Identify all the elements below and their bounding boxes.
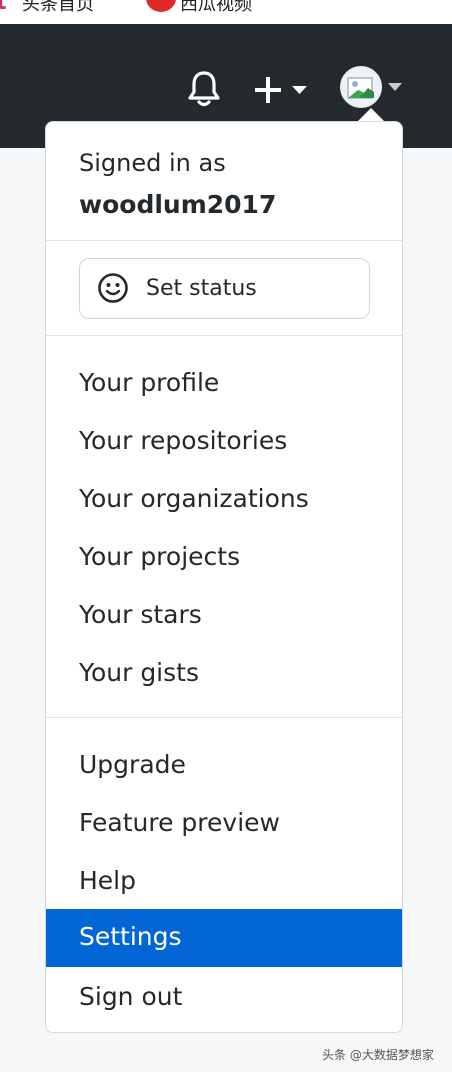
menu-item-label: Your organizations bbox=[79, 484, 309, 513]
set-status-button[interactable]: Set status bbox=[79, 258, 370, 319]
divider bbox=[46, 717, 402, 718]
username: woodlum2017 bbox=[79, 190, 277, 219]
smiley-icon bbox=[98, 273, 128, 303]
browser-tab-strip: t 头条首页 西瓜视频 bbox=[0, 0, 452, 24]
menu-item-your-projects[interactable]: Your projects bbox=[46, 529, 402, 587]
set-status-label: Set status bbox=[146, 276, 257, 301]
menu-item-label: Help bbox=[79, 866, 136, 895]
bell-icon[interactable] bbox=[187, 70, 221, 108]
chevron-down-icon[interactable] bbox=[388, 83, 402, 91]
menu-item-upgrade[interactable]: Upgrade bbox=[46, 737, 402, 795]
browser-logo: t bbox=[0, 0, 7, 15]
avatar[interactable] bbox=[340, 66, 382, 108]
browser-tab-homepage[interactable]: 头条首页 bbox=[22, 0, 94, 16]
video-app-icon bbox=[146, 0, 176, 12]
user-dropdown-menu: Signed in as woodlum2017 Set status Your… bbox=[45, 121, 403, 1033]
menu-item-your-gists[interactable]: Your gists bbox=[46, 645, 402, 703]
create-new-button[interactable] bbox=[252, 73, 312, 107]
menu-item-settings[interactable]: Settings bbox=[46, 909, 402, 967]
menu-item-your-repositories[interactable]: Your repositories bbox=[46, 413, 402, 471]
browser-tab-video[interactable]: 西瓜视频 bbox=[180, 0, 252, 16]
menu-item-label: Feature preview bbox=[79, 808, 280, 837]
signed-in-label: Signed in as bbox=[79, 149, 226, 177]
menu-item-label: Sign out bbox=[79, 982, 183, 1011]
divider bbox=[46, 240, 402, 241]
menu-item-label: Your projects bbox=[79, 542, 241, 571]
menu-item-label: Your gists bbox=[79, 658, 199, 687]
menu-item-feature-preview[interactable]: Feature preview bbox=[46, 795, 402, 853]
watermark: 头条 @大数据梦想家 bbox=[322, 1048, 434, 1062]
menu-item-your-organizations[interactable]: Your organizations bbox=[46, 471, 402, 529]
menu-item-label: Your repositories bbox=[79, 426, 288, 455]
dropdown-caret bbox=[357, 108, 385, 122]
menu-item-label: Upgrade bbox=[79, 750, 186, 779]
menu-item-label: Your stars bbox=[79, 600, 202, 629]
menu-item-help[interactable]: Help bbox=[46, 853, 402, 911]
avatar-image bbox=[342, 68, 380, 106]
menu-item-label: Settings bbox=[79, 922, 182, 951]
menu-item-label: Your profile bbox=[79, 368, 220, 397]
menu-item-your-stars[interactable]: Your stars bbox=[46, 587, 402, 645]
divider bbox=[46, 335, 402, 336]
plus-icon bbox=[255, 77, 307, 103]
menu-item-your-profile[interactable]: Your profile bbox=[46, 355, 402, 413]
menu-item-sign-out[interactable]: Sign out bbox=[46, 969, 402, 1027]
